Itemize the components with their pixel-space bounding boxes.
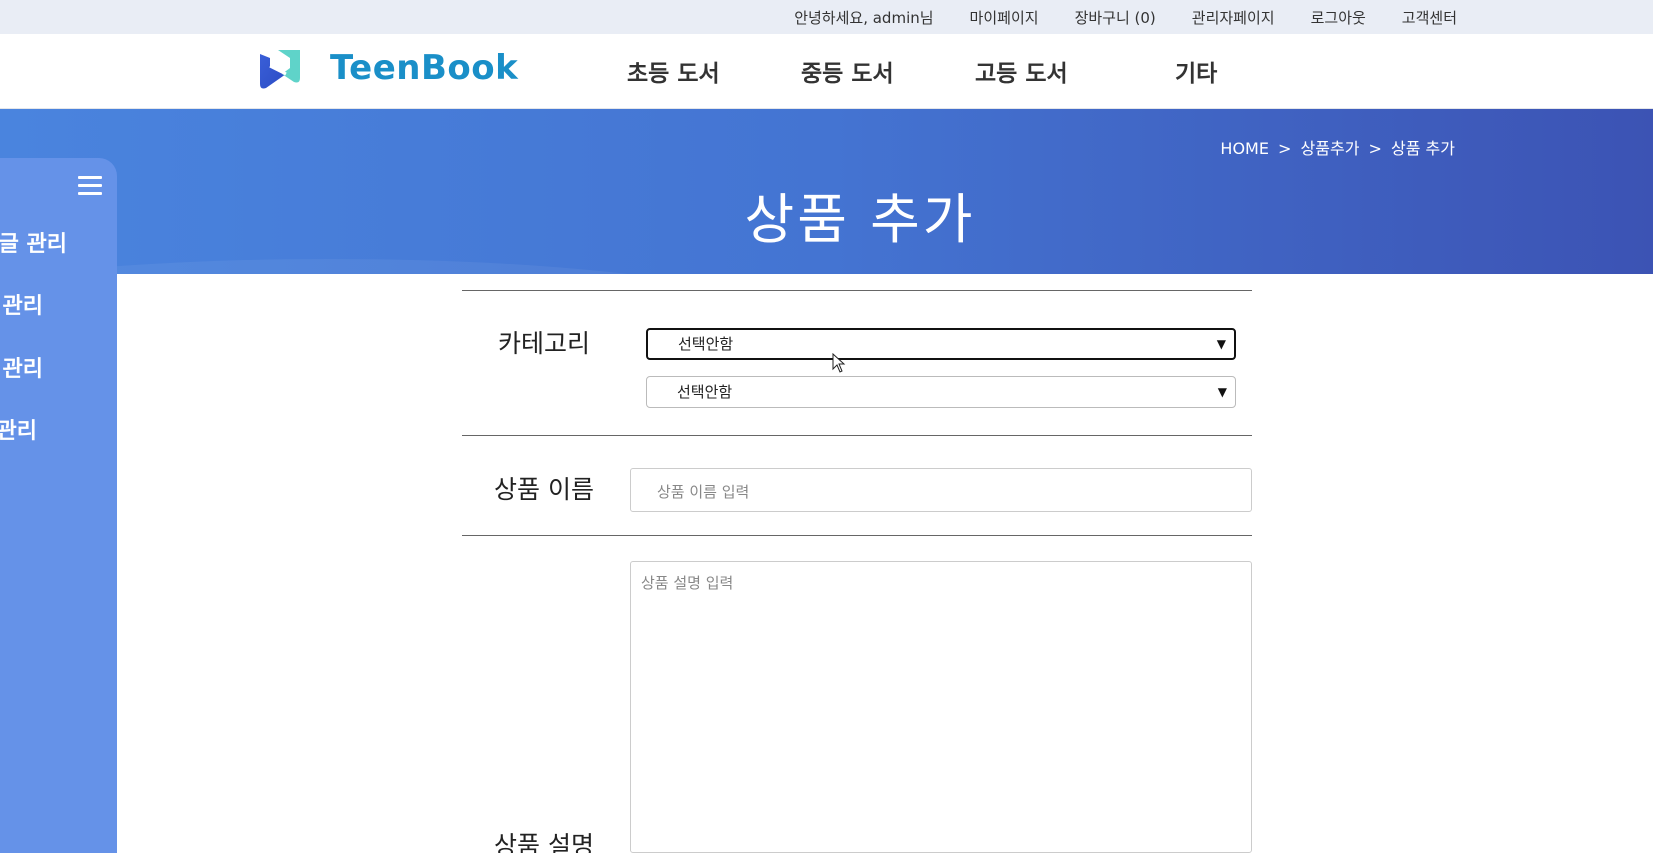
product-name-placeholder: 상품 이름 입력 xyxy=(657,483,750,501)
product-description-textarea[interactable]: 상품 설명 입력 xyxy=(630,561,1252,853)
chevron-down-icon: ▼ xyxy=(1217,385,1227,399)
divider xyxy=(462,290,1252,291)
page-banner: HOME > 상품추가 > 상품 추가 상품 추가 xyxy=(0,109,1653,274)
chevron-down-icon: ▼ xyxy=(1216,337,1226,351)
category-select-secondary-value: 선택안함 xyxy=(677,383,733,401)
nav-high-books[interactable]: 고등 도서 xyxy=(975,54,1068,88)
banner-wave-decoration xyxy=(0,259,780,274)
breadcrumb-section[interactable]: 상품추가 xyxy=(1301,139,1360,158)
logo-icon xyxy=(260,50,300,89)
breadcrumb-home[interactable]: HOME xyxy=(1220,139,1269,158)
category-select-primary[interactable]: 선택안함 ▼ xyxy=(646,328,1236,360)
cart-link[interactable]: 장바구니 (0) xyxy=(1075,7,1156,28)
product-name-label: 상품 이름 xyxy=(494,475,594,504)
admin-page-link[interactable]: 관리자페이지 xyxy=(1192,7,1275,28)
mouse-cursor-icon xyxy=(832,353,846,373)
nav-etc[interactable]: 기타 xyxy=(1175,54,1217,88)
category-label: 카테고리 xyxy=(498,329,591,358)
product-description-label: 상품 설명 xyxy=(494,831,594,853)
breadcrumb: HOME > 상품추가 > 상품 추가 xyxy=(1218,135,1457,159)
breadcrumb-separator: > xyxy=(1278,139,1292,158)
nav-middle-books[interactable]: 중등 도서 xyxy=(801,54,894,88)
greeting-text: 안녕하세요, admin님 xyxy=(794,8,934,27)
top-links: 안녕하세요, admin님 마이페이지 장바구니 (0) 관리자페이지 로그아웃… xyxy=(794,0,1457,34)
top-utility-bar: 안녕하세요, admin님 마이페이지 장바구니 (0) 관리자페이지 로그아웃… xyxy=(0,0,1653,34)
breadcrumb-separator: > xyxy=(1368,139,1382,158)
divider xyxy=(462,435,1252,436)
sidebar-item-post-manage[interactable]: 글 관리 xyxy=(0,226,67,258)
product-name-input[interactable]: 상품 이름 입력 xyxy=(630,468,1252,512)
customer-center-link[interactable]: 고객센터 xyxy=(1402,7,1457,28)
admin-sidebar: 글 관리 관리 관리 관리 xyxy=(0,158,117,853)
sidebar-item-manage-2[interactable]: 관리 xyxy=(3,288,43,320)
sidebar-item-manage-4[interactable]: 관리 xyxy=(0,413,37,445)
sidebar-item-manage-3[interactable]: 관리 xyxy=(3,351,43,383)
category-select-primary-value: 선택안함 xyxy=(678,335,734,353)
site-logo[interactable]: TeenBook xyxy=(256,44,518,92)
page-title: 상품 추가 xyxy=(744,188,976,251)
hamburger-icon[interactable] xyxy=(78,176,102,196)
logo-text: TeenBook xyxy=(330,48,519,88)
product-description-placeholder: 상품 설명 입력 xyxy=(641,574,734,592)
nav-elementary-books[interactable]: 초등 도서 xyxy=(627,54,720,88)
logout-link[interactable]: 로그아웃 xyxy=(1311,7,1366,28)
site-header: TeenBook 초등 도서 중등 도서 고등 도서 기타 xyxy=(0,34,1653,109)
breadcrumb-current: 상품 추가 xyxy=(1391,139,1455,158)
divider xyxy=(462,535,1252,536)
category-select-secondary[interactable]: 선택안함 ▼ xyxy=(646,376,1236,408)
mypage-link[interactable]: 마이페이지 xyxy=(970,7,1039,28)
